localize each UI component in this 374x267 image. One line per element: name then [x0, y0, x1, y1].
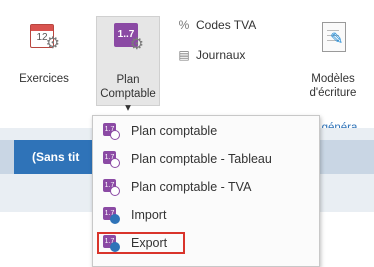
menu-item-plan-comptable-tva[interactable]: 1.7 Plan comptable - TVA [93, 174, 319, 202]
exercices-button[interactable]: 12 ⚙ Exercices [14, 20, 74, 86]
modeles-label-line1: Modèles [311, 73, 355, 85]
modeles-ecriture-button[interactable]: ✎ Modèles d'écriture [300, 22, 366, 100]
menu-item-plan-comptable[interactable]: 1.7 Plan comptable [93, 118, 319, 146]
import-icon: 1.7 [103, 207, 120, 224]
menu-item-label: Plan comptable - TVA [131, 180, 252, 194]
menu-item-import[interactable]: 1.7 Import [93, 202, 319, 230]
exercices-label: Exercices [19, 73, 69, 85]
plan-comptable-tva-icon: 1.7 [103, 179, 120, 196]
journaux-label: Journaux [196, 48, 246, 62]
plan-comptable-table-icon: 1.7 [103, 151, 120, 168]
ribbon: 12 ⚙ Exercices 1..7 ⚙ Plan Comptable ▾ %… [0, 0, 374, 129]
journal-gear-icon: ▤ [178, 48, 190, 62]
menu-item-label: Export [131, 236, 168, 250]
percent-gear-icon: % [178, 18, 190, 32]
export-icon: 1.7 [103, 235, 120, 252]
plan-comptable-label-line2: Comptable ▾ [100, 88, 156, 114]
menu-item-label: Plan comptable [131, 124, 218, 138]
document-pen-icon: ✎ [318, 22, 348, 52]
plan-comptable-menu: 1.7 Plan comptable 1.7 Plan comptable - … [92, 115, 320, 267]
codes-tva-button[interactable]: % Codes TVA [176, 18, 257, 32]
plan-comptable-label-line1: Plan [116, 74, 140, 86]
calendar-gear-icon: 12 ⚙ [30, 20, 60, 52]
menu-item-label: Plan comptable - Tableau [131, 152, 272, 166]
plan-comptable-button[interactable]: 1..7 ⚙ Plan Comptable ▾ [96, 16, 160, 114]
plan-comptable-icon: 1.7 [103, 123, 120, 140]
menu-item-label: Import [131, 208, 167, 222]
plan-comptable-gear-icon: 1..7 ⚙ [114, 21, 144, 53]
chevron-down-icon: ▾ [125, 102, 131, 114]
menu-item-export[interactable]: 1.7 Export [93, 230, 319, 258]
modeles-label-line2: d'écriture [309, 87, 357, 99]
menu-item-plan-comptable-tableau[interactable]: 1.7 Plan comptable - Tableau [93, 146, 319, 174]
journaux-button[interactable]: ▤ Journaux [176, 48, 245, 62]
codes-tva-label: Codes TVA [196, 18, 257, 32]
